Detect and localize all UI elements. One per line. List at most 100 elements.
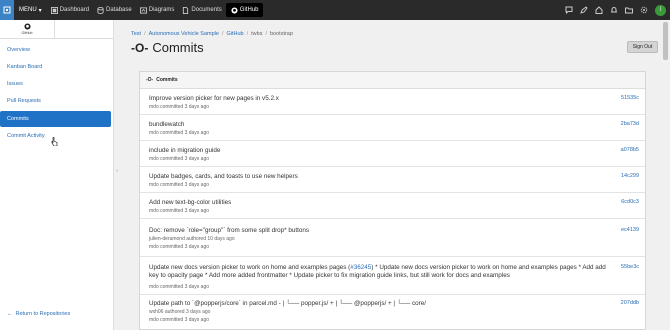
commit-sha-link[interactable]: 207ddb [621,300,639,306]
commit-icon: -O- [146,77,154,83]
commit-meta: mdo committed 3 days ago [149,182,210,188]
commits-panel: -O- Commits Improve version picker for n… [139,71,646,330]
page-scrollbar[interactable] [662,20,670,330]
scrollbar-thumb[interactable] [663,22,668,60]
commit-sha-link[interactable]: 2ba73d [621,121,639,127]
breadcrumb-item[interactable]: Autonomous Vehicle Sample [149,31,219,37]
home-icon[interactable] [595,6,603,14]
commit-row[interactable]: Add new text-bg-color utilities mdo comm… [140,193,645,219]
commit-message[interactable]: Doc: remove `role="group"` from some spl… [149,227,309,235]
nav-documents[interactable]: Documents [178,0,225,20]
commit-meta: mdo committed 3 days ago [149,130,210,136]
sidebar-item-label: Commit Activity [7,133,45,139]
sign-out-button[interactable]: Sign Out [627,41,658,53]
nav-database-label: Database [106,7,132,13]
nav-documents-label: Documents [191,7,222,13]
user-avatar[interactable]: I [655,4,666,16]
page-title-text: Commits [152,40,204,55]
breadcrumb-separator: / [246,31,249,37]
sidebar-tab-github[interactable]: GitHub [0,20,55,38]
commit-row[interactable]: Doc: remove `role="group"` from some spl… [140,219,645,257]
commit-meta: mdo committed 3 days ago [149,284,210,290]
document-icon [183,6,189,14]
commit-row[interactable]: Update badges, cards, and toasts to use … [140,167,645,193]
sidebar-item-label: Overview [7,47,30,53]
mouse-cursor-icon [51,137,58,148]
folder-icon[interactable] [625,6,633,14]
nav-github[interactable]: GitHub [225,3,264,17]
breadcrumb: Test / Autonomous Vehicle Sample / GitHub /… [131,31,293,37]
sidebar-collapse-handle[interactable]: ‹ [114,165,120,177]
commit-sha-link[interactable]: 55be3c [621,264,639,270]
commit-meta: mdo committed 3 days ago [149,208,210,214]
gear-icon[interactable] [640,6,648,14]
panel-heading: Commits [156,77,178,83]
commit-message[interactable]: include in migration guide [149,147,220,155]
commit-message[interactable]: Improve version picker for new pages in … [149,95,279,103]
commit-row[interactable]: Improve version picker for new pages in … [140,89,645,115]
commit-sha-link[interactable]: 14c299 [621,173,639,179]
arrow-left-icon: ← [7,311,13,317]
top-navbar: MENU ▾ Dashboard Database Diagrams Docum… [0,0,670,20]
breadcrumb-separator: / [265,31,267,37]
pull-request-link[interactable]: #36245 [350,264,371,271]
notification-icon[interactable] [610,6,618,14]
panel-header: -O- Commits [140,72,645,89]
breadcrumb-separator: / [144,31,146,37]
sidebar-item-issues[interactable]: Issues [0,76,111,92]
commit-message[interactable]: Update new docs version picker to work o… [149,264,614,280]
commit-message[interactable]: Add new text-bg-color utilities [149,199,231,207]
sidebar: GitHub Overview Kanban Board Issues Pull… [0,20,114,330]
chevron-down-icon: ▾ [38,7,42,14]
commit-message[interactable]: Update badges, cards, and toasts to use … [149,173,298,181]
sidebar-item-label: Commits [7,116,29,122]
app-logo[interactable] [0,0,14,20]
nav-github-label: GitHub [239,7,259,13]
dashboard-icon [50,6,58,14]
commit-sha-link[interactable]: ec4139 [621,227,639,233]
commit-sha-link[interactable]: 6cd0c3 [621,199,639,205]
breadcrumb-separator: / [221,31,224,37]
sidebar-item-kanban-board[interactable]: Kanban Board [0,59,111,75]
commit-icon: -O- [131,40,149,55]
page-title: -O- Commits [131,40,204,55]
commit-row[interactable]: Update new docs version picker to work o… [140,257,645,295]
diagram-icon [139,6,147,14]
commit-meta-committer: mdo committed 3 days ago [149,317,210,323]
breadcrumb-item: twbs [251,31,263,37]
chat-icon[interactable] [565,6,573,14]
commit-meta-committer: mdo committed 3 days ago [149,244,210,250]
commit-sha-link[interactable]: a078b5 [621,147,639,153]
chevron-left-icon: ‹ [116,168,118,174]
sidebar-item-commits[interactable]: Commits [0,111,111,127]
avatar-initial: I [659,7,662,13]
sidebar-item-label: Issues [7,81,23,87]
sidebar-item-label: Pull Requests [7,98,41,104]
commit-row[interactable]: Update path to `@popperjs/core` in parce… [140,295,645,330]
commit-message[interactable]: bundlewatch [149,121,184,129]
commit-meta: wxh06 authored 3 days ago [149,309,211,315]
return-to-repositories-link[interactable]: ← Return to Repositories [7,311,70,317]
logo-icon [3,6,11,14]
divider [0,38,114,39]
nav-database[interactable]: Database [93,0,136,20]
menu-button[interactable]: MENU ▾ [14,0,47,20]
nav-diagrams[interactable]: Diagrams [136,0,179,20]
commit-sha-link[interactable]: 51535c [621,95,639,101]
sidebar-item-overview[interactable]: Overview [0,42,111,58]
breadcrumb-item: bootstrap [269,31,293,37]
breadcrumb-item[interactable]: Test [131,31,141,37]
commit-row[interactable]: include in migration guide mdo committed… [140,141,645,167]
commit-meta: mdo committed 3 days ago [149,104,210,110]
breadcrumb-item[interactable]: GitHub [226,31,243,37]
commit-meta: julien-deramond authored 10 days ago [149,236,235,242]
commit-row[interactable]: bundlewatch mdo committed 3 days ago 2ba… [140,115,645,141]
commit-message[interactable]: Update path to `@popperjs/core` in parce… [149,300,426,308]
nav-dashboard[interactable]: Dashboard [47,0,93,20]
sidebar-item-pull-requests[interactable]: Pull Requests [0,93,111,109]
sidebar-tab-label: GitHub [21,31,33,35]
commit-message-part: Update new docs version picker to work o… [149,264,351,271]
sign-out-label: Sign Out [632,44,653,50]
edit-icon[interactable] [580,6,588,14]
nav-diagrams-label: Diagrams [148,7,175,13]
